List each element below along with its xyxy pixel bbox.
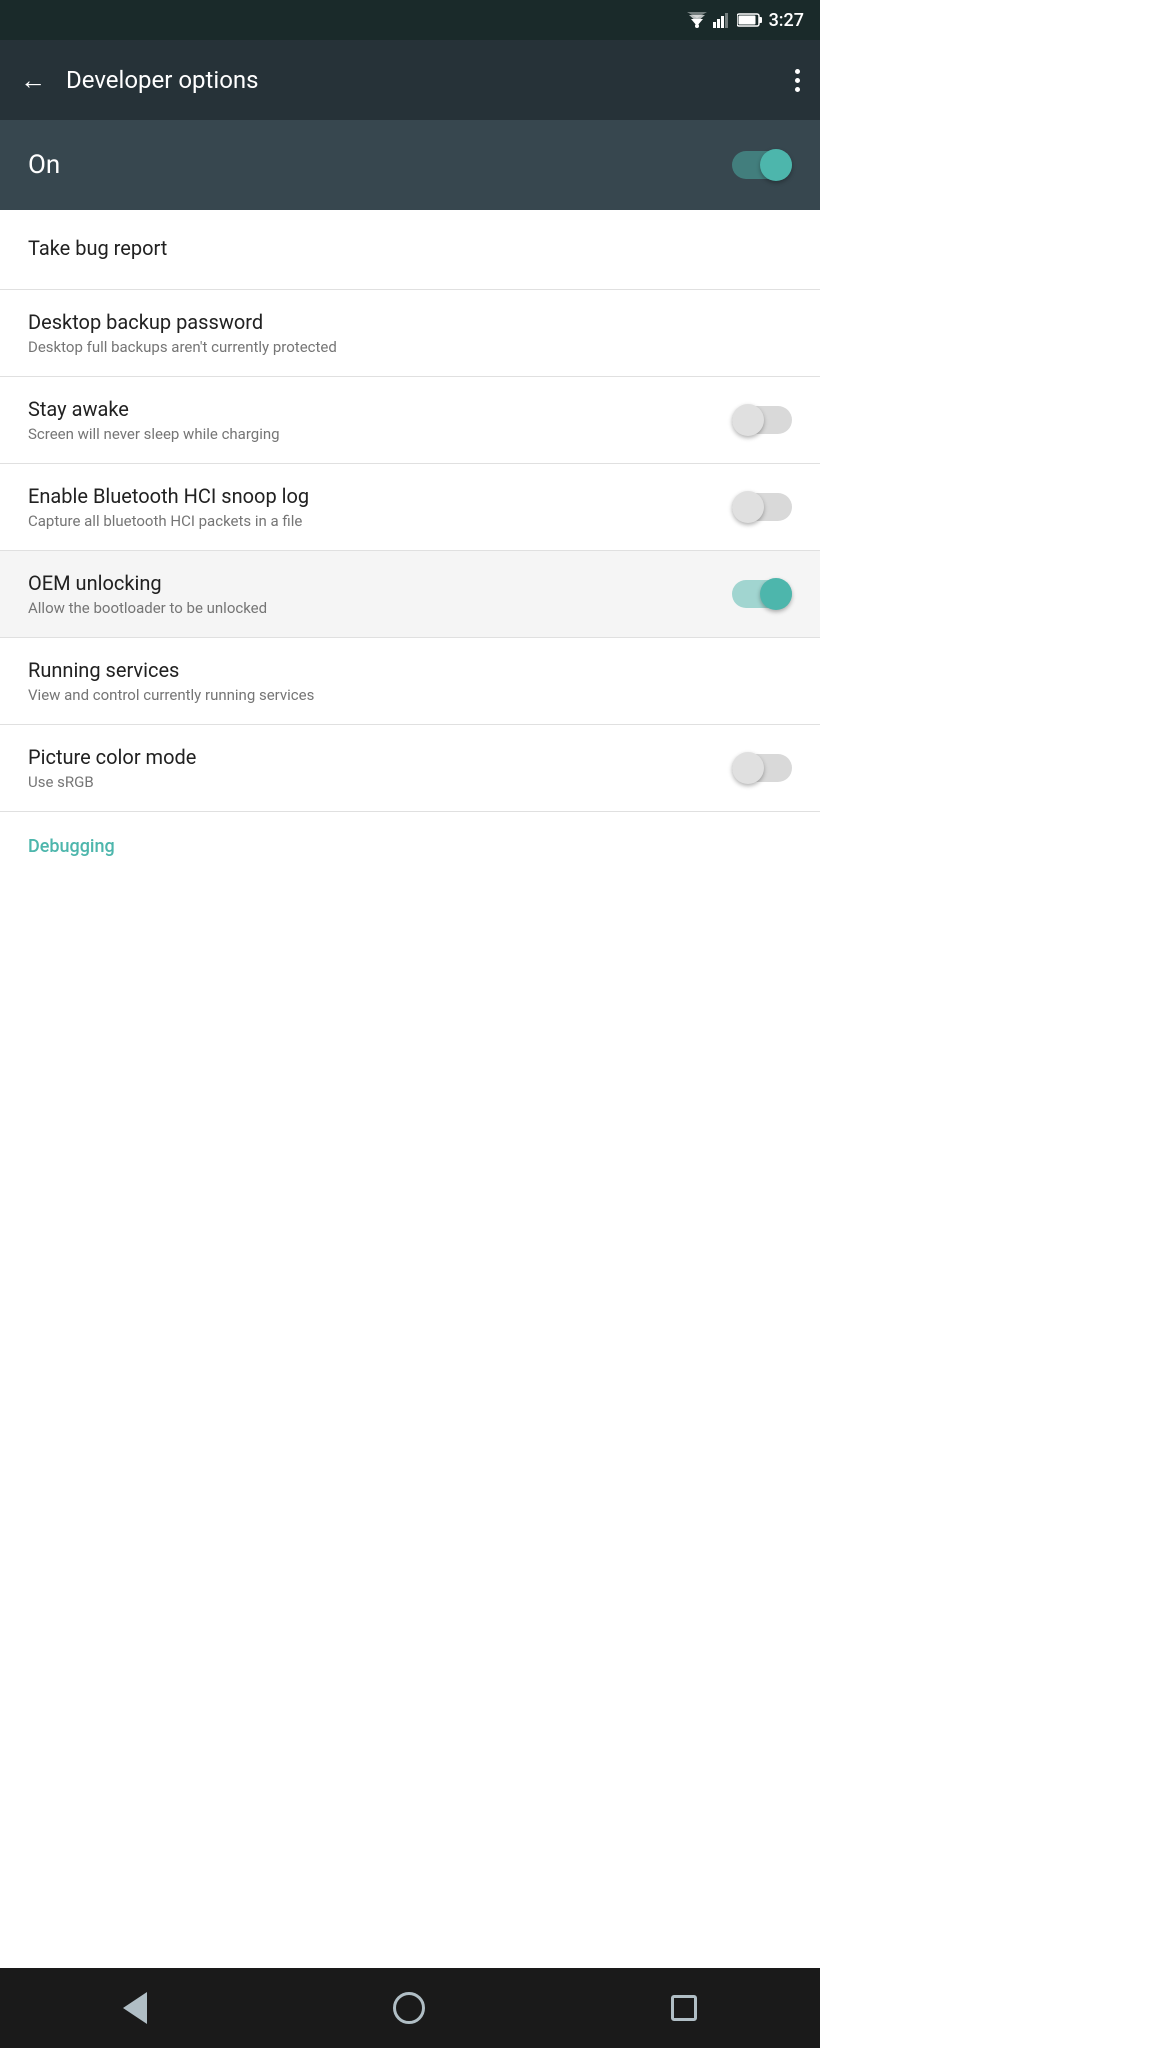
stay-awake-toggle[interactable] [732, 403, 792, 437]
setting-text: Desktop backup password Desktop full bac… [28, 310, 792, 356]
setting-title: Stay awake [28, 397, 732, 421]
setting-text: Picture color mode Use sRGB [28, 745, 732, 791]
setting-text: Take bug report [28, 236, 792, 264]
nav-recent-icon [671, 1995, 697, 2021]
app-bar: ← Developer options [0, 40, 820, 120]
developer-options-on-banner: On [0, 120, 820, 210]
setting-text: OEM unlocking Allow the bootloader to be… [28, 571, 732, 617]
toggle-thumb [732, 491, 764, 523]
oem-unlocking-toggle[interactable] [732, 577, 792, 611]
menu-dot-3 [795, 87, 800, 92]
setting-title: OEM unlocking [28, 571, 732, 595]
overflow-menu-button[interactable] [795, 69, 800, 92]
debugging-section-header: Debugging [0, 812, 820, 869]
status-bar: 3:27 [0, 0, 820, 40]
nav-back-button[interactable] [123, 1992, 147, 2024]
debugging-label: Debugging [28, 836, 115, 857]
page-title: Developer options [66, 66, 795, 94]
status-time: 3:27 [769, 10, 804, 31]
signal-icon [713, 12, 731, 28]
setting-item-oem-unlocking[interactable]: OEM unlocking Allow the bootloader to be… [0, 551, 820, 638]
setting-title: Enable Bluetooth HCI snoop log [28, 484, 732, 508]
setting-text: Stay awake Screen will never sleep while… [28, 397, 732, 443]
settings-list: Take bug report Desktop backup password … [0, 210, 820, 869]
toggle-thumb [760, 578, 792, 610]
wifi-icon [687, 12, 707, 28]
battery-icon [737, 13, 763, 27]
menu-dot-1 [795, 69, 800, 74]
setting-item-picture-color-mode[interactable]: Picture color mode Use sRGB [0, 725, 820, 812]
setting-subtitle: Screen will never sleep while charging [28, 425, 732, 443]
on-label: On [28, 150, 732, 180]
menu-dot-2 [795, 78, 800, 83]
setting-text: Enable Bluetooth HCI snoop log Capture a… [28, 484, 732, 530]
setting-item-running-services[interactable]: Running services View and control curren… [0, 638, 820, 725]
setting-subtitle: Allow the bootloader to be unlocked [28, 599, 732, 617]
bluetooth-hci-toggle[interactable] [732, 490, 792, 524]
setting-item-take-bug-report[interactable]: Take bug report [0, 210, 820, 290]
toggle-thumb [760, 149, 792, 181]
nav-home-button[interactable] [393, 1992, 425, 2024]
status-icons: 3:27 [687, 10, 804, 31]
setting-subtitle: Use sRGB [28, 773, 732, 791]
picture-color-mode-toggle[interactable] [732, 751, 792, 785]
developer-options-toggle[interactable] [732, 148, 792, 182]
toggle-thumb [732, 404, 764, 436]
setting-text: Running services View and control curren… [28, 658, 792, 704]
setting-subtitle: View and control currently running servi… [28, 686, 792, 704]
nav-back-icon [123, 1992, 147, 2024]
setting-item-bluetooth-hci[interactable]: Enable Bluetooth HCI snoop log Capture a… [0, 464, 820, 551]
navigation-bar [0, 1968, 820, 2048]
setting-item-desktop-backup-password[interactable]: Desktop backup password Desktop full bac… [0, 290, 820, 377]
setting-title: Desktop backup password [28, 310, 792, 334]
setting-subtitle: Capture all bluetooth HCI packets in a f… [28, 512, 732, 530]
setting-title: Running services [28, 658, 792, 682]
back-button[interactable]: ← [20, 67, 46, 93]
setting-subtitle: Desktop full backups aren't currently pr… [28, 338, 792, 356]
nav-recent-button[interactable] [671, 1995, 697, 2021]
toggle-thumb [732, 752, 764, 784]
setting-title: Take bug report [28, 236, 792, 260]
setting-item-stay-awake[interactable]: Stay awake Screen will never sleep while… [0, 377, 820, 464]
nav-home-icon [393, 1992, 425, 2024]
setting-title: Picture color mode [28, 745, 732, 769]
